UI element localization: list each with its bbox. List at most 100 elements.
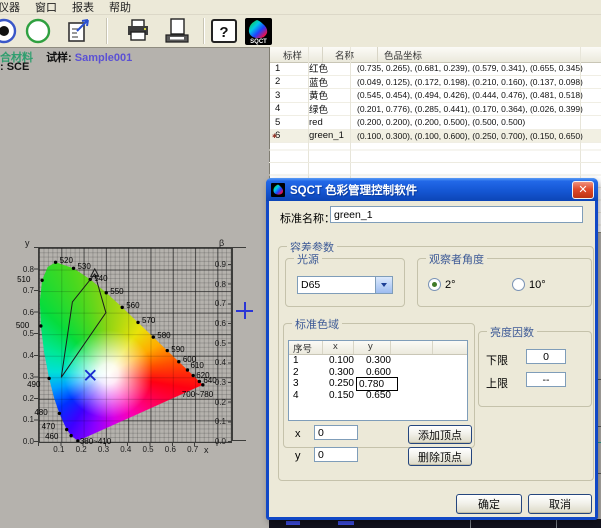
wavelength-dot <box>186 368 189 371</box>
cancel-button[interactable]: 取消 <box>528 494 592 514</box>
beta-tick-label: 0.8 <box>210 280 226 289</box>
observer-2deg-radio[interactable]: 2° <box>428 278 456 291</box>
x-tick-label: 0.2 <box>76 445 87 454</box>
upper-limit-input[interactable]: -- <box>526 372 566 387</box>
standard-edit-dialog: SQCT 色彩管理控制软件 ✕ 标准名称： green_1 容差参数 光源 D6… <box>266 178 598 520</box>
add-vertex-button[interactable]: 添加顶点 <box>408 425 472 444</box>
wavelength-dot <box>198 380 201 383</box>
luminance-factor-group: 亮度因数 下限 0 上限 -- <box>478 331 592 407</box>
wavelength-label: 610 <box>190 361 203 370</box>
y-axis-label: y <box>25 238 30 248</box>
measure-standard-icon[interactable] <box>0 16 19 46</box>
y-coord-input[interactable]: 0 <box>314 447 358 462</box>
toolbar: ? SQCT <box>0 15 601 48</box>
measure-sample-icon[interactable] <box>23 16 53 46</box>
print-out-icon[interactable] <box>162 16 192 46</box>
sample-name: Sample001 <box>75 52 132 64</box>
close-icon[interactable]: ✕ <box>572 181 594 199</box>
radio-dot <box>512 278 525 291</box>
dialog-title-bar[interactable]: SQCT 色彩管理控制软件 ✕ <box>266 178 598 201</box>
table-row[interactable]: 3黄色(0.545, 0.454), (0.494, 0.426), (0.44… <box>270 89 601 103</box>
table-row[interactable]: 1红色(0.735, 0.265), (0.681, 0.239), (0.57… <box>270 62 601 76</box>
x-coord-input[interactable]: 0 <box>314 425 358 440</box>
report-icon[interactable] <box>63 16 93 46</box>
table-row[interactable]: 5red(0.200, 0.200), (0.200, 0.500), (0.5… <box>270 116 601 130</box>
sample-label: 试样: <box>46 52 72 64</box>
vertex-row[interactable]: 30.2500.780 <box>289 378 467 390</box>
table-row[interactable]: 4绿色(0.201, 0.776), (0.285, 0.441), (0.17… <box>270 103 601 117</box>
vertex-x: 0.100 <box>323 355 354 366</box>
menu-item[interactable]: 窗口 <box>27 0 65 15</box>
col-header-standard[interactable]: 标样 <box>270 47 323 62</box>
cell-coords: (0.049, 0.125), (0.172, 0.198), (0.210, … <box>351 77 601 87</box>
sqct-logo-icon[interactable]: SQCT <box>243 16 273 46</box>
cell-standard-no: 1 <box>270 63 309 74</box>
lower-limit-input[interactable]: 0 <box>526 349 566 364</box>
vertex-col-x: x <box>323 341 354 354</box>
ok-button[interactable]: 确定 <box>456 494 522 514</box>
help-icon[interactable]: ? <box>209 16 239 46</box>
wavelength-label: 700~780 <box>182 390 213 399</box>
x-tick-label: 0.5 <box>143 445 154 454</box>
print-icon[interactable] <box>123 16 153 46</box>
vertex-y: 0.300 <box>354 355 391 366</box>
wavelength-dot <box>58 412 61 415</box>
light-source-group-label: 光源 <box>294 251 322 267</box>
radio-dot <box>428 278 441 291</box>
wavelength-dot <box>166 349 169 352</box>
cell-name: 红色 <box>309 61 351 75</box>
y-tick-label: 0.7 <box>18 286 34 295</box>
beta-tick-label: 0.5 <box>210 339 226 348</box>
toolbar-separator <box>106 18 108 44</box>
cell-name: red <box>309 117 351 128</box>
menu-item[interactable]: 报表 <box>64 0 102 15</box>
light-source-select[interactable]: D65 <box>297 276 393 294</box>
chevron-down-icon[interactable] <box>375 277 392 293</box>
cell-coords: (0.201, 0.776), (0.285, 0.441), (0.170, … <box>351 104 601 114</box>
x-axis-ticks <box>38 442 231 446</box>
col-header-coords[interactable]: 色品坐标 <box>378 47 601 62</box>
lower-limit-label: 下限 <box>486 352 508 368</box>
wavelength-label: 540 <box>94 274 107 283</box>
menu-item[interactable]: 帮助 <box>101 0 139 15</box>
observer-10deg-radio[interactable]: 10° <box>512 278 546 291</box>
cell-standard-no: 5 <box>270 117 309 128</box>
beta-tick-label: 0.3 <box>210 378 226 387</box>
standard-name-label: 标准名称： <box>280 210 335 226</box>
cell-name: 黄色 <box>309 88 351 102</box>
table-row[interactable]: 2蓝色(0.049, 0.125), (0.172, 0.198), (0.21… <box>270 76 601 90</box>
vertex-y: 0.650 <box>354 390 391 401</box>
wavelength-dot <box>72 267 75 270</box>
gamut-polygon <box>61 274 106 377</box>
vertex-no: 1 <box>289 355 323 366</box>
mode-label: : SCE <box>0 61 29 73</box>
beta-tick-label: 0.1 <box>210 417 226 426</box>
cell-standard-no: 4 <box>270 103 309 114</box>
wavelength-dot <box>152 335 155 338</box>
x-tick-label: 0.7 <box>187 445 198 454</box>
wavelength-dot <box>136 321 139 324</box>
wavelength-label: 590 <box>171 345 184 354</box>
svg-text:?: ? <box>219 24 228 41</box>
vertex-col-no: 序号 <box>289 341 323 354</box>
wavelength-dot <box>39 324 42 327</box>
x-tick-label: 0.6 <box>165 445 176 454</box>
svg-text:SQCT: SQCT <box>250 39 267 45</box>
upper-limit-label: 上限 <box>486 375 508 391</box>
wavelength-dot <box>121 306 124 309</box>
beta-tick-label: 0.7 <box>210 299 226 308</box>
menu-item[interactable]: 仪器 <box>0 0 28 15</box>
wavelength-dot <box>65 428 68 431</box>
wavelength-dot <box>54 261 57 264</box>
dialog-title: SQCT 色彩管理控制软件 <box>290 182 417 198</box>
vertex-no: 4 <box>289 390 323 401</box>
vertex-row[interactable]: 40.1500.650 <box>289 390 467 402</box>
x-tick-label: 0.1 <box>53 445 64 454</box>
vertex-row[interactable]: 10.1000.300 <box>289 355 467 367</box>
delete-vertex-button[interactable]: 删除顶点 <box>408 447 472 466</box>
wavelength-label: 460 <box>45 432 58 441</box>
standard-name-input[interactable]: green_1 <box>330 206 583 223</box>
vertex-list[interactable]: 序号 x y 10.1000.30020.3000.60030.2500.780… <box>288 340 468 421</box>
gamut-overlay <box>39 248 231 442</box>
beta-axis <box>232 247 233 441</box>
